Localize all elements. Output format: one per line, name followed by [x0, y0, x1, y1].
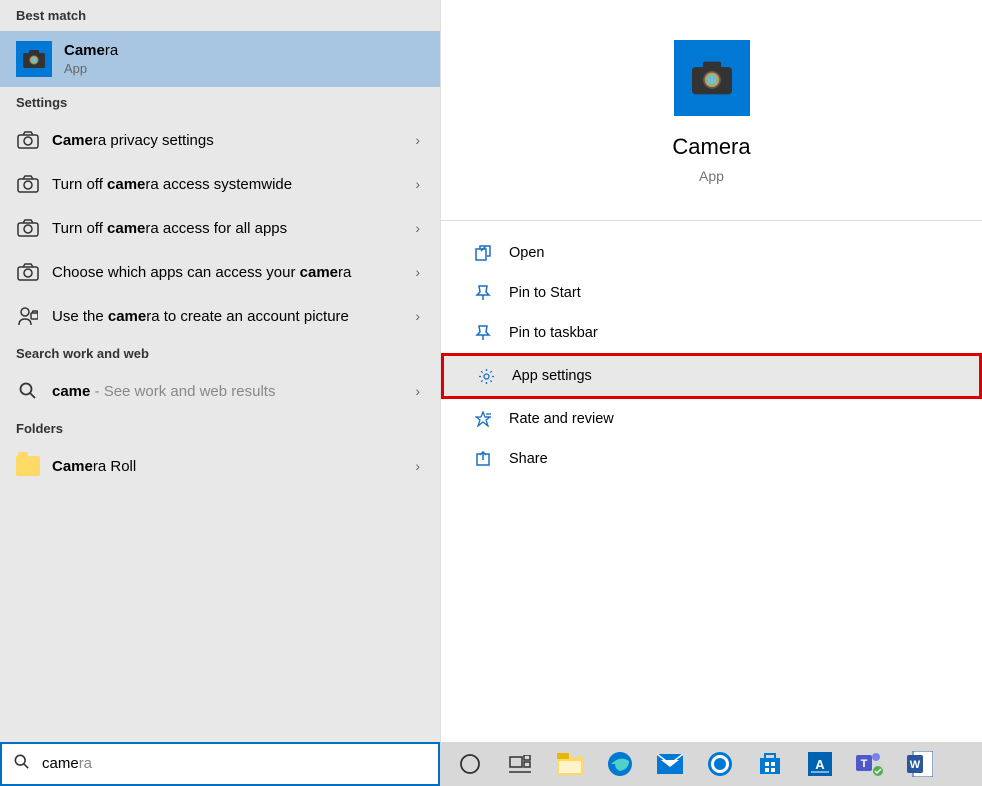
gear-icon — [476, 366, 496, 386]
action-pin-to-start[interactable]: Pin to Start — [441, 273, 982, 313]
taskbar: A T W — [440, 742, 982, 786]
store-icon[interactable] — [748, 744, 792, 784]
result-title: Camera privacy settings — [52, 132, 424, 149]
action-share[interactable]: Share — [441, 439, 982, 479]
action-label: Pin to Start — [509, 285, 581, 301]
best-match-camera[interactable]: Camera App — [0, 31, 440, 87]
web-search-result[interactable]: came - See work and web results › — [0, 369, 440, 413]
camera-app-icon — [16, 41, 52, 77]
word-icon[interactable]: W — [898, 744, 942, 784]
search-icon — [16, 379, 40, 403]
dell-icon[interactable] — [698, 744, 742, 784]
chevron-right-icon: › — [415, 308, 420, 324]
file-explorer-icon[interactable] — [548, 744, 592, 784]
pin-icon — [473, 283, 493, 303]
camera-outline-icon — [16, 304, 40, 328]
search-icon — [14, 754, 30, 775]
chevron-right-icon: › — [415, 220, 420, 236]
search-input-container[interactable]: camera — [0, 742, 440, 786]
settings-result[interactable]: Turn off camera access for all apps › — [0, 206, 440, 250]
camera-outline-icon — [16, 128, 40, 152]
svg-text:W: W — [910, 759, 921, 771]
cortana-icon[interactable] — [448, 744, 492, 784]
result-title: Camera — [64, 42, 424, 59]
result-title: Choose which apps can access your camera — [52, 264, 424, 281]
settings-header: Settings — [0, 87, 440, 118]
action-label: Open — [509, 245, 544, 261]
app-name: Camera — [441, 134, 982, 160]
action-label: Share — [509, 451, 548, 467]
chevron-right-icon: › — [415, 176, 420, 192]
action-pin-to-taskbar[interactable]: Pin to taskbar — [441, 313, 982, 353]
task-view-icon[interactable] — [498, 744, 542, 784]
best-match-header: Best match — [0, 0, 440, 31]
chevron-right-icon: › — [415, 383, 420, 399]
chevron-right-icon: › — [415, 132, 420, 148]
result-title: Turn off camera access for all apps — [52, 220, 424, 237]
result-subtitle: App — [64, 61, 424, 76]
folder-result[interactable]: Camera Roll › — [0, 444, 440, 488]
search-results-panel: Best match Camera App Settings Camera pr… — [0, 0, 440, 742]
action-app-settings[interactable]: App settings — [441, 353, 982, 399]
chevron-right-icon: › — [415, 264, 420, 280]
preview-panel: Camera App Open Pin to Start Pin to taskba… — [440, 0, 982, 742]
share-icon — [473, 449, 493, 469]
mail-icon[interactable] — [648, 744, 692, 784]
action-rate-and-review[interactable]: Rate and review — [441, 399, 982, 439]
action-open[interactable]: Open — [441, 233, 982, 273]
app-tile-icon — [674, 40, 750, 116]
teams-icon[interactable]: T — [848, 744, 892, 784]
camera-outline-icon — [16, 216, 40, 240]
folder-icon — [16, 454, 40, 478]
result-title: Turn off camera access systemwide — [52, 176, 424, 193]
result-title: came - See work and web results — [52, 383, 424, 400]
pin-icon — [473, 323, 493, 343]
dictionary-icon[interactable]: A — [798, 744, 842, 784]
action-label: App settings — [512, 368, 592, 384]
action-label: Pin to taskbar — [509, 325, 598, 341]
result-title: Camera Roll — [52, 458, 424, 475]
svg-text:T: T — [861, 758, 868, 770]
settings-result[interactable]: Turn off camera access systemwide › — [0, 162, 440, 206]
settings-result[interactable]: Choose which apps can access your camera… — [0, 250, 440, 294]
result-title: Use the camera to create an account pict… — [52, 308, 424, 325]
svg-text:A: A — [815, 757, 825, 772]
settings-result[interactable]: Use the camera to create an account pict… — [0, 294, 440, 338]
camera-outline-icon — [16, 172, 40, 196]
open-icon — [473, 243, 493, 263]
app-type: App — [441, 168, 982, 184]
action-label: Rate and review — [509, 411, 614, 427]
folders-header: Folders — [0, 413, 440, 444]
chevron-right-icon: › — [415, 458, 420, 474]
star-icon — [473, 409, 493, 429]
settings-result[interactable]: Camera privacy settings › — [0, 118, 440, 162]
search-web-header: Search work and web — [0, 338, 440, 369]
edge-icon[interactable] — [598, 744, 642, 784]
camera-outline-icon — [16, 260, 40, 284]
